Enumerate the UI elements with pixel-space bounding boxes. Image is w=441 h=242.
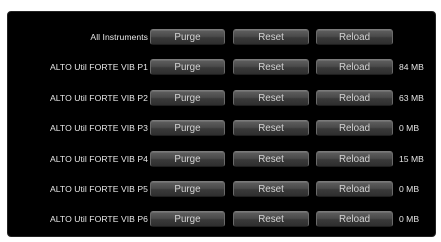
instrument-row-p2: ALTO Util FORTE VIB P2 Purge Reset Reloa… — [8, 90, 437, 107]
reset-button-p2[interactable]: Reset — [233, 90, 309, 106]
instrument-name: ALTO Util FORTE VIB P4 — [49, 154, 148, 164]
reload-button-p2[interactable]: Reload — [316, 90, 393, 106]
purge-button-p4[interactable]: Purge — [150, 151, 225, 167]
memory-size: 0 MB — [399, 214, 420, 224]
memory-size: 0 MB — [399, 184, 420, 194]
purge-button-p1[interactable]: Purge — [150, 59, 225, 75]
purge-all-button[interactable]: Purge — [150, 29, 225, 45]
instrument-name: ALTO Util FORTE VIB P6 — [49, 214, 148, 224]
instrument-name: ALTO Util FORTE VIB P5 — [49, 184, 148, 194]
instrument-name: ALTO Util FORTE VIB P1 — [49, 62, 148, 72]
reset-all-button[interactable]: Reset — [233, 29, 309, 45]
reload-button-p6[interactable]: Reload — [316, 211, 393, 227]
reset-button-p3[interactable]: Reset — [233, 120, 309, 136]
purge-button-p5[interactable]: Purge — [150, 181, 225, 197]
instrument-row-p1: ALTO Util FORTE VIB P1 Purge Reset Reloa… — [8, 59, 437, 76]
purge-panel: All Instruments Purge Reset Reload ALTO … — [7, 11, 436, 237]
purge-button-p2[interactable]: Purge — [150, 90, 225, 106]
reset-button-p5[interactable]: Reset — [233, 181, 309, 197]
memory-size: 0 MB — [399, 123, 420, 133]
instrument-row-p4: ALTO Util FORTE VIB P4 Purge Reset Reloa… — [8, 151, 437, 168]
instrument-row-p5: ALTO Util FORTE VIB P5 Purge Reset Reloa… — [8, 181, 437, 198]
reset-button-p1[interactable]: Reset — [233, 59, 309, 75]
purge-button-p3[interactable]: Purge — [150, 120, 225, 136]
purge-button-p6[interactable]: Purge — [150, 211, 225, 227]
reload-button-p3[interactable]: Reload — [316, 120, 393, 136]
memory-size: 63 MB — [399, 93, 424, 103]
reset-button-p4[interactable]: Reset — [233, 151, 309, 167]
memory-size: 84 MB — [399, 62, 424, 72]
instrument-name: ALTO Util FORTE VIB P3 — [49, 123, 148, 133]
reload-button-p1[interactable]: Reload — [316, 59, 393, 75]
all-instruments-row: All Instruments Purge Reset Reload — [8, 29, 437, 46]
instrument-row-p6: ALTO Util FORTE VIB P6 Purge Reset Reloa… — [8, 211, 437, 228]
instrument-name: ALTO Util FORTE VIB P2 — [49, 93, 148, 103]
instrument-row-p3: ALTO Util FORTE VIB P3 Purge Reset Reloa… — [8, 120, 437, 137]
reload-button-p4[interactable]: Reload — [316, 151, 393, 167]
all-instruments-label: All Instruments — [90, 32, 148, 42]
reload-all-button[interactable]: Reload — [316, 29, 393, 45]
memory-size: 15 MB — [399, 154, 424, 164]
reset-button-p6[interactable]: Reset — [233, 211, 309, 227]
reload-button-p5[interactable]: Reload — [316, 181, 393, 197]
